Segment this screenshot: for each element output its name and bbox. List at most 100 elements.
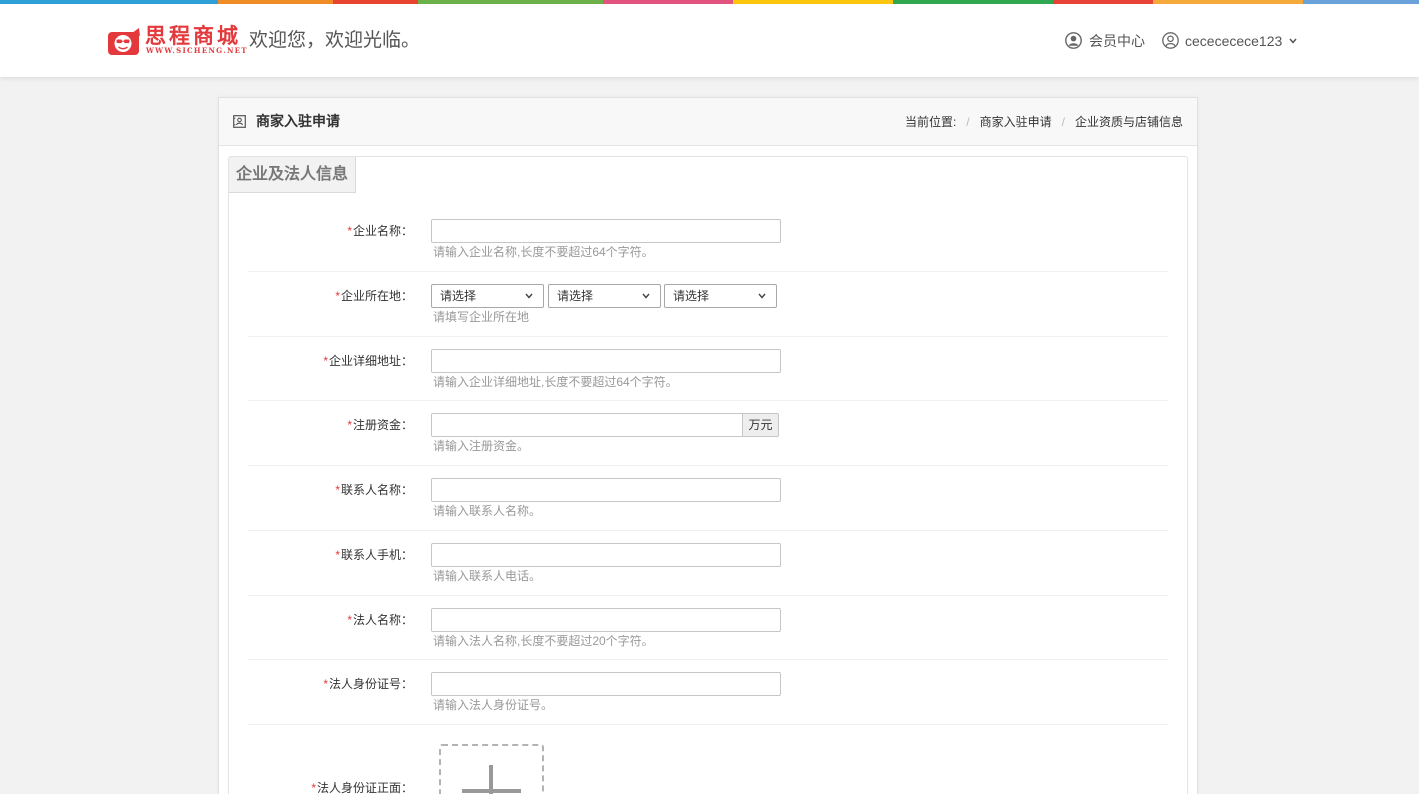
breadcrumb: 当前位置: / 商家入驻申请 / 企业资质与店铺信息: [905, 98, 1183, 145]
color-stripe-segment: [1303, 0, 1419, 4]
breadcrumb-item-merchant-apply[interactable]: 商家入驻申请: [980, 113, 1052, 130]
label-text: 企业详细地址：: [328, 354, 413, 368]
user-circle-icon: [1065, 32, 1082, 49]
company-address-field: [431, 349, 781, 373]
form-row-company-location: *企业所在地： 请选择 请选择 请选择 请填写企业所在地: [248, 272, 1168, 337]
form-row-registered-capital: *注册资金： 万元 请输入注册资金。: [248, 401, 1168, 466]
breadcrumb-item-current: 企业资质与店铺信息: [1074, 115, 1183, 129]
user-outline-icon: [1162, 32, 1179, 49]
color-stripe-segment: [1153, 0, 1303, 4]
tab-company-legal-info[interactable]: 企业及法人信息: [229, 157, 356, 193]
required-mark: *: [323, 677, 328, 691]
district-select[interactable]: 请选择: [664, 284, 777, 308]
label-text: 企业名称：: [352, 224, 413, 238]
legal-name-hint: 请输入法人名称,长度不要超过20个字符。: [433, 634, 654, 648]
registered-capital-hint: 请输入注册资金。: [433, 439, 530, 453]
legal-id-front-label: *法人身份证正面：: [248, 782, 413, 794]
form-row-contact-name: *联系人名称： 请输入联系人名称。: [248, 466, 1168, 531]
label-text: 法人身份证正面：: [316, 781, 413, 794]
username: cecececece123: [1185, 33, 1283, 49]
registered-capital-label: *注册资金：: [248, 413, 413, 437]
label-text: 联系人名称：: [340, 483, 413, 497]
breadcrumb-separator: /: [1061, 114, 1065, 129]
registered-capital-field: 万元: [431, 413, 779, 437]
registered-capital-input[interactable]: [431, 413, 743, 437]
contact-name-field: [431, 478, 781, 502]
merchant-apply-form: *企业名称： 请输入企业名称,长度不要超过64个字符。 *企业所在地： 请选择 …: [248, 207, 1168, 794]
site-header: 思程商城 WWW.SICHENG.NET 欢迎您，欢迎光临。 会员中心 cece…: [0, 4, 1419, 77]
contact-name-input[interactable]: [431, 478, 781, 502]
company-location-label: *企业所在地：: [248, 284, 413, 308]
required-mark: *: [335, 548, 340, 562]
required-mark: *: [347, 613, 352, 627]
label-text: 联系人手机：: [340, 548, 413, 562]
color-stripe-segment: [893, 0, 1053, 4]
logo-mascot-icon: [108, 28, 140, 55]
capital-unit-addon: 万元: [743, 413, 779, 437]
company-name-label: *企业名称：: [248, 219, 413, 243]
required-mark: *: [347, 224, 352, 238]
city-select-wrap: 请选择: [548, 284, 661, 308]
required-mark: *: [335, 289, 340, 303]
panel-header: 商家入驻申请 当前位置: / 商家入驻申请 / 企业资质与店铺信息: [219, 98, 1197, 146]
form-row-company-name: *企业名称： 请输入企业名称,长度不要超过64个字符。: [248, 207, 1168, 272]
member-center-label: 会员中心: [1089, 33, 1145, 49]
legal-name-input[interactable]: [431, 608, 781, 632]
legal-id-number-input[interactable]: [431, 672, 781, 696]
color-stripe-segment: [0, 0, 218, 4]
page-title: 商家入驻申请: [256, 113, 340, 129]
plus-icon: [462, 789, 521, 793]
member-center-link[interactable]: 会员中心: [1065, 31, 1147, 51]
province-select[interactable]: 请选择: [431, 284, 544, 308]
merchant-apply-panel: 商家入驻申请 当前位置: / 商家入驻申请 / 企业资质与店铺信息 企业及法人信…: [218, 97, 1198, 794]
label-text: 企业所在地：: [340, 289, 413, 303]
label-text: 法人身份证号：: [328, 677, 413, 691]
required-mark: *: [311, 781, 316, 794]
company-info-section: 企业及法人信息 *企业名称： 请输入企业名称,长度不要超过64个字符。 *企业所…: [228, 156, 1188, 794]
welcome-message: 欢迎您，欢迎光临。: [249, 30, 421, 51]
company-name-hint: 请输入企业名称,长度不要超过64个字符。: [433, 245, 654, 259]
site-logo[interactable]: 思程商城 WWW.SICHENG.NET: [108, 24, 246, 58]
contact-phone-field: [431, 543, 781, 567]
id-card-icon: [233, 115, 246, 128]
legal-id-number-hint: 请输入法人身份证号。: [433, 698, 554, 712]
company-address-label: *企业详细地址：: [248, 349, 413, 373]
province-select-wrap: 请选择: [431, 284, 544, 308]
company-location-field: 请选择 请选择 请选择: [431, 284, 777, 308]
form-row-legal-id-number: *法人身份证号： 请输入法人身份证号。: [248, 660, 1168, 725]
chevron-down-icon[interactable]: [1289, 38, 1297, 44]
legal-id-number-label: *法人身份证号：: [248, 672, 413, 696]
required-mark: *: [347, 418, 352, 432]
color-stripe-segment: [603, 0, 733, 4]
legal-name-label: *法人名称：: [248, 608, 413, 632]
color-stripe-segment: [218, 0, 333, 4]
contact-phone-label: *联系人手机：: [248, 543, 413, 567]
logo-text: 思程商城: [145, 24, 241, 48]
contact-name-label: *联系人名称：: [248, 478, 413, 502]
logo-subtext: WWW.SICHENG.NET: [146, 46, 248, 55]
form-row-legal-name: *法人名称： 请输入法人名称,长度不要超过20个字符。: [248, 596, 1168, 660]
city-select[interactable]: 请选择: [548, 284, 661, 308]
color-stripe-segment: [333, 0, 418, 4]
label-text: 注册资金：: [352, 418, 413, 432]
company-name-input[interactable]: [431, 219, 781, 243]
color-stripe-segment: [418, 0, 603, 4]
form-row-legal-id-front: *法人身份证正面：: [248, 725, 1168, 794]
legal-id-number-field: [431, 672, 781, 696]
label-text: 法人名称：: [352, 613, 413, 627]
legal-id-front-upload[interactable]: [439, 744, 544, 794]
color-stripe-segment: [733, 0, 893, 4]
company-address-hint: 请输入企业详细地址,长度不要超过64个字符。: [433, 375, 678, 389]
company-address-input[interactable]: [431, 349, 781, 373]
contact-name-hint: 请输入联系人名称。: [433, 504, 542, 518]
required-mark: *: [335, 483, 340, 497]
form-row-contact-phone: *联系人手机： 请输入联系人电话。: [248, 531, 1168, 596]
legal-name-field: [431, 608, 781, 632]
contact-phone-input[interactable]: [431, 543, 781, 567]
district-select-wrap: 请选择: [664, 284, 777, 308]
form-row-company-address: *企业详细地址： 请输入企业详细地址,长度不要超过64个字符。: [248, 337, 1168, 401]
company-location-hint: 请填写企业所在地: [433, 310, 530, 324]
required-mark: *: [323, 354, 328, 368]
breadcrumb-separator: /: [966, 114, 970, 129]
user-menu[interactable]: cecececece123: [1162, 31, 1298, 51]
